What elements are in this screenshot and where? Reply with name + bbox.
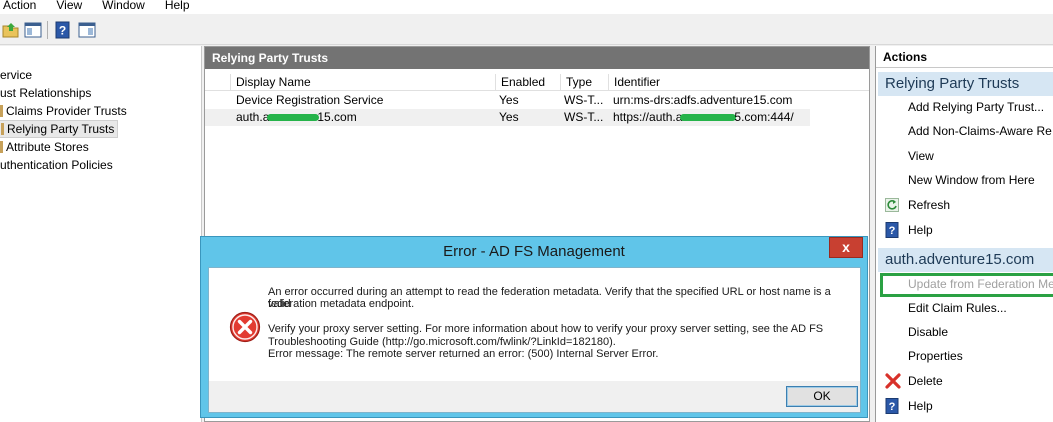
help-icon[interactable]: ?	[53, 20, 73, 40]
dialog-body: An error occurred during an attempt to r…	[208, 267, 861, 413]
list-header: Display Name Enabled Type Identifier	[205, 74, 869, 91]
dialog-footer: OK	[209, 381, 860, 412]
tree-item-relying-party-trusts[interactable]: Relying Party Trusts	[0, 120, 119, 138]
folder-icon	[1, 123, 4, 135]
column-display-name[interactable]: Display Name	[230, 74, 495, 91]
folder-icon	[0, 141, 3, 153]
row-identifier: https://auth.a 5.com:444/	[613, 109, 794, 125]
refresh-icon	[885, 198, 899, 212]
menu-view[interactable]: View	[56, 0, 82, 11]
row-enabled: Yes	[499, 110, 519, 124]
redaction-mark	[267, 114, 320, 122]
tree-item-label: Relying Party Trusts	[7, 122, 115, 136]
column-type[interactable]: Type	[560, 74, 608, 91]
ok-button[interactable]: OK	[786, 386, 858, 407]
row-enabled: Yes	[499, 93, 519, 107]
error-line-5: Error message: The remote server returne…	[268, 348, 659, 360]
tree-item-trust-relationships[interactable]: ust Relationships	[0, 85, 91, 101]
svg-text:?: ?	[889, 225, 896, 237]
row-identifier: urn:ms-drs:adfs.adventure15.com	[613, 93, 793, 107]
action-disable[interactable]: Disable	[908, 324, 948, 340]
panel-title: Relying Party Trusts	[205, 47, 869, 69]
row-identifier-prefix: https://auth.a	[613, 110, 683, 124]
folder-icon	[0, 105, 3, 117]
error-icon	[229, 311, 261, 343]
svg-text:?: ?	[889, 401, 896, 413]
action-edit-claim-rules[interactable]: Edit Claim Rules...	[908, 300, 1007, 316]
tree-item-label: Claims Provider Trusts	[6, 104, 127, 118]
table-row[interactable]: auth.a 15.com Yes WS-T... https://auth.a 5…	[205, 109, 810, 126]
action-help[interactable]: Help	[908, 222, 933, 238]
tree-item-attribute-stores[interactable]: Attribute Stores	[0, 139, 89, 155]
tree-item-claims-provider-trusts[interactable]: Claims Provider Trusts	[0, 103, 127, 119]
menu-window[interactable]: Window	[102, 0, 145, 11]
tree-item-label: ust Relationships	[0, 86, 92, 100]
row-identifier-suffix: 5.com:444/	[734, 110, 794, 124]
delete-icon	[885, 373, 901, 389]
menu-bar: Action View Window Help	[0, 0, 1053, 14]
section-header-relying-party-trusts[interactable]: Relying Party Trusts	[878, 72, 1053, 96]
dialog-title: Error - AD FS Management	[443, 243, 625, 260]
close-icon: x	[842, 239, 850, 255]
row-display-name-prefix: auth.a	[236, 110, 270, 124]
row-display-name-suffix: 15.com	[317, 110, 357, 124]
action-new-window[interactable]: New Window from Here	[908, 172, 1035, 188]
action-help-2[interactable]: Help	[908, 398, 933, 414]
tree-item-label: Attribute Stores	[6, 140, 89, 154]
action-delete[interactable]: Delete	[908, 373, 943, 389]
tree-item-label: uthentication Policies	[0, 158, 113, 172]
section-header-auth[interactable]: auth.adventure15.com	[878, 248, 1053, 272]
column-identifier[interactable]: Identifier	[608, 74, 808, 91]
help-icon: ?	[885, 398, 899, 414]
svg-text:?: ?	[59, 24, 66, 38]
error-line-3: Verify your proxy server setting. For mo…	[268, 323, 824, 335]
action-add-relying-party-trust[interactable]: Add Relying Party Trust...	[908, 99, 1044, 115]
console-tree: ervice ust Relationships Claims Provider…	[0, 46, 202, 422]
up-folder-icon[interactable]	[1, 20, 21, 40]
action-refresh[interactable]: Refresh	[908, 197, 950, 213]
tree-item-authentication-policies[interactable]: uthentication Policies	[0, 157, 113, 173]
row-type: WS-T...	[564, 110, 604, 124]
show-hide-console-tree-icon[interactable]	[23, 20, 43, 40]
error-line-4: Troubleshooting Guide (http://go.microso…	[268, 336, 616, 348]
action-view[interactable]: View	[908, 148, 934, 164]
actions-pane: Actions Relying Party Trusts Add Relying…	[875, 46, 1053, 422]
highlight-box	[880, 273, 1053, 297]
menu-action[interactable]: Action	[3, 0, 36, 11]
column-enabled[interactable]: Enabled	[495, 74, 560, 91]
table-row[interactable]: Device Registration Service Yes WS-T... …	[205, 92, 810, 109]
toolbar-separator	[47, 21, 48, 39]
action-properties[interactable]: Properties	[908, 348, 963, 364]
tree-item-service[interactable]: ervice	[0, 67, 32, 83]
row-type: WS-T...	[564, 93, 604, 107]
error-dialog: Error - AD FS Management x An error occu…	[200, 236, 868, 418]
help-icon: ?	[885, 222, 899, 238]
show-hide-action-pane-icon[interactable]	[77, 20, 97, 40]
actions-title: Actions	[876, 46, 1053, 68]
redaction-mark	[680, 114, 737, 122]
row-display-name: auth.a 15.com	[236, 109, 357, 125]
toolbar: ?	[0, 15, 1053, 45]
close-button[interactable]: x	[829, 237, 863, 258]
tree-item-label: ervice	[0, 68, 33, 82]
menu-help[interactable]: Help	[165, 0, 190, 11]
row-display-name: Device Registration Service	[236, 93, 384, 107]
action-add-non-claims-aware[interactable]: Add Non-Claims-Aware Re	[908, 123, 1052, 139]
error-line-2: federation metadata endpoint.	[268, 298, 415, 310]
